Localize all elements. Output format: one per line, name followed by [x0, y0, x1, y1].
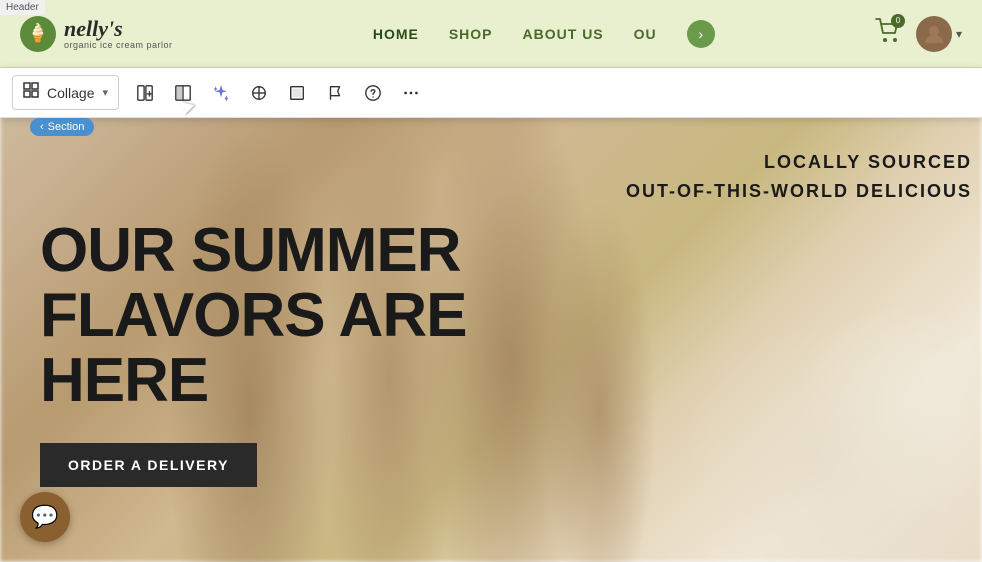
move-btn[interactable]: [241, 75, 277, 111]
hero-text-left: OUR SUMMER FLAVORS ARE HERE ORDER A DELI…: [0, 118, 496, 517]
chat-icon: 💬: [31, 504, 58, 530]
site-header: Header 🍦 nelly's organic ice cream parlo…: [0, 0, 982, 68]
logo-icon: 🍦: [20, 16, 56, 52]
hero-section: OUR SUMMER FLAVORS ARE HERE ORDER A DELI…: [0, 118, 982, 562]
more-options-btn[interactable]: [393, 75, 429, 111]
section-arrow-icon: ‹: [40, 121, 44, 133]
dropdown-chevron-icon: ▾: [102, 86, 108, 99]
collage-type-icon: [23, 82, 39, 103]
editor-toolbar: Collage ▾: [0, 68, 982, 118]
collage-dropdown[interactable]: Collage ▾: [12, 75, 119, 110]
avatar: [916, 16, 952, 52]
site-nav: HOME SHOP ABOUT US OU ›: [213, 20, 875, 48]
chevron-down-icon: ▾: [956, 27, 962, 41]
hero-text-right: LOCALLY SOURCED OUT-OF-THIS-WORLD DELICI…: [626, 148, 972, 206]
nav-ou[interactable]: OU: [634, 26, 657, 42]
nav-shop[interactable]: SHOP: [449, 26, 493, 42]
cart-count: 0: [891, 14, 905, 28]
hero-subtitle-line1: LOCALLY SOURCED: [626, 148, 972, 177]
logo-name: nelly's: [64, 18, 173, 40]
order-delivery-button[interactable]: ORDER A DELIVERY: [40, 443, 257, 487]
section-badge[interactable]: ‹ Section: [30, 118, 94, 136]
cart-button[interactable]: 0: [875, 18, 901, 50]
ai-btn[interactable]: [203, 75, 239, 111]
add-section-btn[interactable]: [127, 75, 163, 111]
hero-headline-line2: FLAVORS ARE: [40, 281, 466, 350]
header-label: Header: [0, 0, 45, 15]
logo-tagline: organic ice cream parlor: [64, 40, 173, 50]
hero-cta: ORDER A DELIVERY: [40, 443, 466, 487]
crop-btn[interactable]: [279, 75, 315, 111]
layout-btn[interactable]: [165, 75, 201, 111]
header-actions: 0 ▾: [875, 16, 962, 52]
nav-home[interactable]: HOME: [373, 26, 419, 42]
help-btn[interactable]: [355, 75, 391, 111]
hero-headline-line3: HERE: [40, 346, 208, 415]
hero-subtitle-line2: OUT-OF-THIS-WORLD DELICIOUS: [626, 177, 972, 206]
user-avatar-button[interactable]: ▾: [916, 16, 962, 52]
hero-headline: OUR SUMMER FLAVORS ARE HERE: [40, 218, 466, 413]
logo-text: nelly's organic ice cream parlor: [64, 18, 173, 50]
leaf-icon: 🍦: [27, 23, 49, 44]
nav-more-button[interactable]: ›: [687, 20, 715, 48]
chat-button[interactable]: 💬: [20, 492, 70, 542]
hero-headline-line1: OUR SUMMER: [40, 216, 461, 285]
logo-area[interactable]: 🍦 nelly's organic ice cream parlor: [20, 16, 173, 52]
flag-btn[interactable]: [317, 75, 353, 111]
hero-subtitle: LOCALLY SOURCED OUT-OF-THIS-WORLD DELICI…: [626, 148, 972, 206]
section-label: Section: [48, 121, 85, 133]
collage-label: Collage: [47, 85, 94, 101]
nav-about[interactable]: ABOUT US: [523, 26, 604, 42]
